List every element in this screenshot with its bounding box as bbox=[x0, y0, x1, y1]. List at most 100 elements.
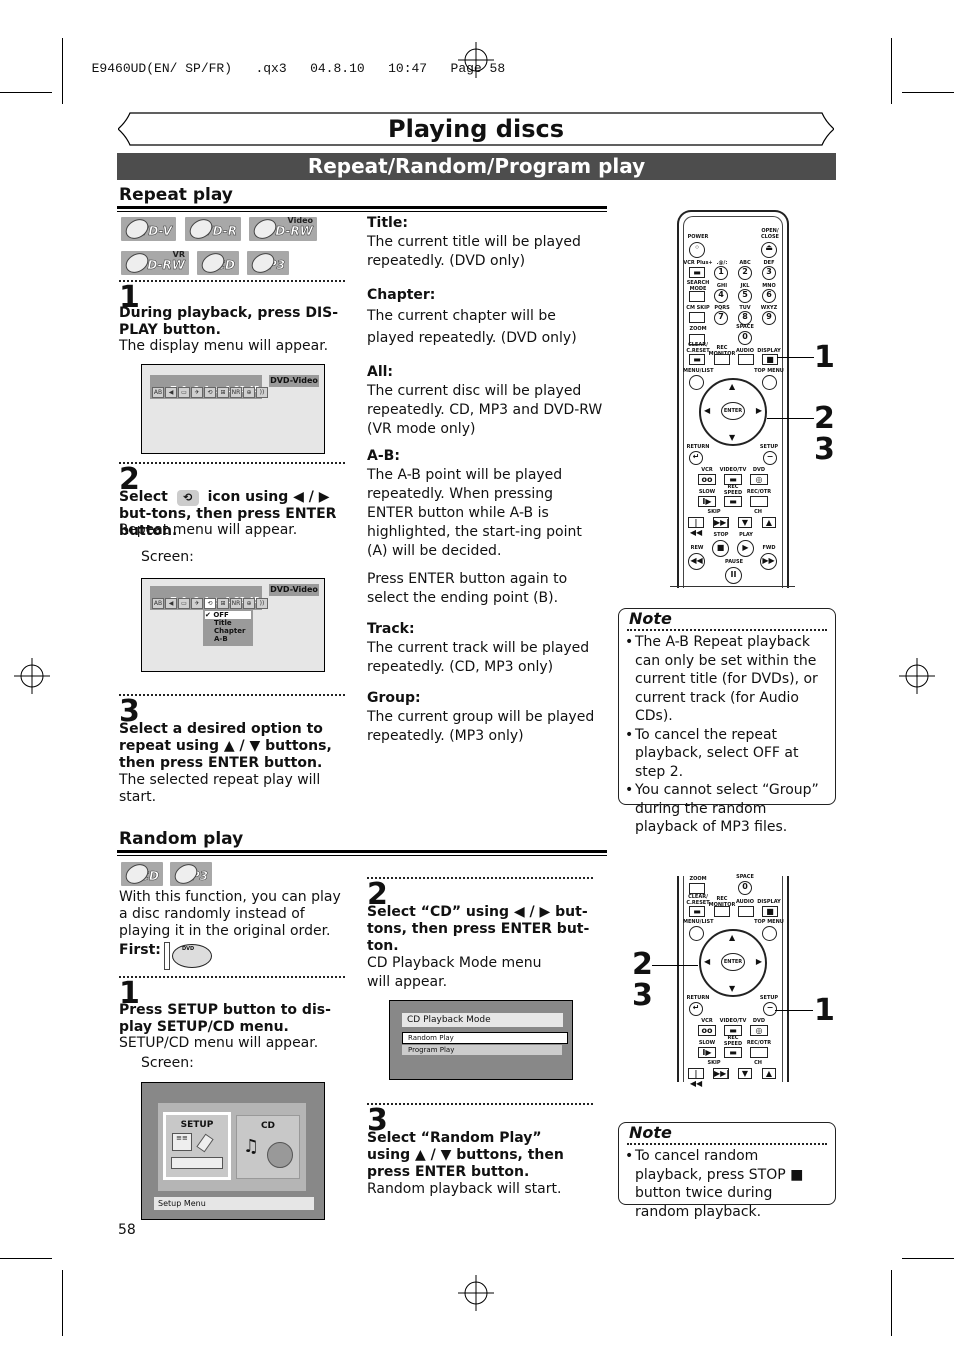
right-arrow-button[interactable]: ▶ bbox=[756, 957, 762, 966]
top-menu-button[interactable] bbox=[762, 375, 777, 390]
power-button[interactable]: ◦ bbox=[689, 242, 705, 258]
channel-up-button[interactable]: ▲ bbox=[762, 517, 776, 528]
slow-button[interactable]: I▶ bbox=[698, 1047, 716, 1058]
display-button[interactable]: ■ bbox=[762, 354, 778, 365]
digit-7-button[interactable]: 7 bbox=[714, 311, 728, 325]
return-button[interactable]: ↵ bbox=[689, 451, 703, 465]
vcr-button[interactable]: oo bbox=[698, 474, 716, 485]
note-title: Note bbox=[629, 1123, 672, 1142]
audio-button[interactable] bbox=[738, 354, 754, 365]
cd-mode-option-program[interactable]: Program Play bbox=[402, 1045, 562, 1055]
digit-0-button[interactable]: 0 bbox=[738, 881, 752, 895]
search-mode-button[interactable] bbox=[689, 291, 705, 302]
digit-2-button[interactable]: 2 bbox=[738, 266, 752, 280]
channel-up-button[interactable]: ▲ bbox=[762, 1068, 776, 1079]
pause-button[interactable]: II bbox=[725, 567, 742, 584]
digit-5-button[interactable]: 5 bbox=[738, 289, 752, 303]
digit-6-button[interactable]: 6 bbox=[762, 289, 776, 303]
up-arrow-button[interactable]: ▲ bbox=[729, 382, 735, 391]
dvd-button[interactable]: ◎ bbox=[750, 474, 768, 485]
digit-9-button[interactable]: 9 bbox=[762, 311, 776, 325]
skip-back-button[interactable]: |◀◀ bbox=[688, 1068, 704, 1088]
rec-monitor-button[interactable] bbox=[714, 906, 730, 917]
enter-button[interactable]: ENTER bbox=[721, 953, 745, 971]
down-arrow-button[interactable]: ▼ bbox=[729, 984, 735, 993]
dvd-label: DVD bbox=[752, 1018, 766, 1024]
repeat-menu-screen: T 1 C 1 ◷ 1:23:45 AB◀▭✈⟲⊞NR⊕)) DVD-Video… bbox=[141, 578, 325, 672]
skip-forward-button[interactable]: ▶▶| bbox=[713, 1068, 729, 1079]
digit-1-button[interactable]: 1 bbox=[714, 266, 728, 280]
digit-8-button[interactable]: 8 bbox=[738, 311, 752, 325]
cd-tile[interactable]: CD ♫ bbox=[236, 1115, 300, 1179]
repeat-option-off[interactable]: ✔ OFF bbox=[205, 611, 251, 619]
virtual-surround-icon: )) bbox=[256, 387, 268, 398]
repeat-options-menu: ✔ OFF Title Chapter A-B bbox=[203, 610, 253, 646]
enter-button[interactable]: ENTER bbox=[721, 402, 745, 420]
stop-button[interactable]: ■ bbox=[712, 540, 729, 557]
vcr-plus-button[interactable]: ▬ bbox=[689, 267, 705, 278]
note-divider bbox=[627, 629, 827, 631]
rew-button[interactable]: ◀◀ bbox=[688, 553, 705, 570]
setup-tile[interactable]: SETUP ≡≡ bbox=[163, 1112, 231, 1180]
rec-monitor-button[interactable] bbox=[714, 354, 730, 365]
open-close-button[interactable]: ⏏ bbox=[761, 242, 777, 258]
power-label: POWER bbox=[687, 234, 709, 240]
down-arrow-button[interactable]: ▼ bbox=[729, 433, 735, 442]
skip-back-button[interactable]: |◀◀ bbox=[688, 517, 704, 537]
audio-button[interactable] bbox=[738, 906, 754, 917]
display-label: DISPLAY bbox=[757, 899, 781, 905]
crop-mark bbox=[891, 1270, 892, 1336]
play-button[interactable]: ▶ bbox=[737, 540, 754, 557]
channel-down-button[interactable]: ▼ bbox=[738, 517, 752, 528]
random-note: Note • To cancel random playback, press S… bbox=[618, 1122, 836, 1220]
setup-button[interactable]: − bbox=[763, 1002, 777, 1016]
note-item: • The A-B Repeat playback can only be set… bbox=[625, 633, 833, 726]
rec-speed-button[interactable]: ▬ bbox=[724, 1047, 742, 1058]
rec-otr-button[interactable] bbox=[750, 496, 768, 507]
zoom-button[interactable] bbox=[689, 883, 705, 894]
channel-down-button[interactable]: ▼ bbox=[738, 1068, 752, 1079]
angle-icon: ✈ bbox=[191, 598, 203, 609]
skip-forward-button[interactable]: ▶▶| bbox=[713, 517, 729, 528]
setup-button[interactable]: − bbox=[763, 451, 777, 465]
digit-3-button[interactable]: 3 bbox=[762, 266, 776, 280]
fwd-button[interactable]: ▶▶ bbox=[760, 553, 777, 570]
repeat-option-title[interactable]: Title bbox=[205, 619, 251, 627]
rec-speed-button[interactable]: ▬ bbox=[724, 496, 742, 507]
dotted-divider bbox=[119, 280, 345, 282]
slow-button[interactable]: I▶ bbox=[698, 496, 716, 507]
repeat-option-chapter[interactable]: Chapter bbox=[205, 627, 251, 635]
vcr-button[interactable]: oo bbox=[698, 1025, 716, 1036]
cd-mode-title: CD Playback Mode bbox=[402, 1013, 563, 1027]
right-arrow-button[interactable]: ▶ bbox=[756, 406, 762, 415]
step-result: SETUP/CD menu will appear. bbox=[119, 1035, 319, 1051]
repeat-option-ab[interactable]: A-B bbox=[205, 635, 251, 643]
clear-button[interactable]: ▬ bbox=[689, 354, 705, 365]
subtitle-icon: ▭ bbox=[178, 598, 190, 609]
digit-0-button[interactable]: 0 bbox=[738, 331, 752, 345]
display-button[interactable]: ■ bbox=[762, 906, 778, 917]
option-label: OFF bbox=[213, 611, 229, 619]
dvd-disc-icon bbox=[122, 249, 152, 277]
first-label: First: bbox=[119, 942, 161, 958]
ch-label: CH bbox=[754, 509, 762, 515]
cd-mode-option-random[interactable]: Random Play bbox=[402, 1032, 568, 1044]
top-menu-button[interactable] bbox=[762, 926, 777, 941]
cm-skip-button[interactable] bbox=[689, 312, 705, 323]
left-arrow-button[interactable]: ◀ bbox=[704, 406, 710, 415]
top-menu-label: TOP MENU bbox=[754, 368, 784, 374]
rec-otr-button[interactable] bbox=[750, 1047, 768, 1058]
digit-4-button[interactable]: 4 bbox=[714, 289, 728, 303]
up-arrow-button[interactable]: ▲ bbox=[729, 933, 735, 942]
step-instruction: Select a desired option to repeat using … bbox=[119, 721, 332, 771]
clear-button[interactable]: ▬ bbox=[689, 906, 705, 917]
menu-list-button[interactable] bbox=[689, 926, 704, 941]
left-arrow-button[interactable]: ◀ bbox=[704, 957, 710, 966]
return-button[interactable]: ↵ bbox=[689, 1002, 703, 1016]
dvd-button[interactable]: ◎ bbox=[750, 1025, 768, 1036]
option-term: Group: bbox=[367, 690, 421, 706]
menu-list-button[interactable] bbox=[689, 375, 704, 390]
dvd-disc-icon bbox=[122, 215, 152, 243]
callout-step-2: 2 bbox=[814, 401, 835, 436]
navigation-ring: ▲ ▼ ◀ ▶ ENTER bbox=[699, 929, 767, 997]
